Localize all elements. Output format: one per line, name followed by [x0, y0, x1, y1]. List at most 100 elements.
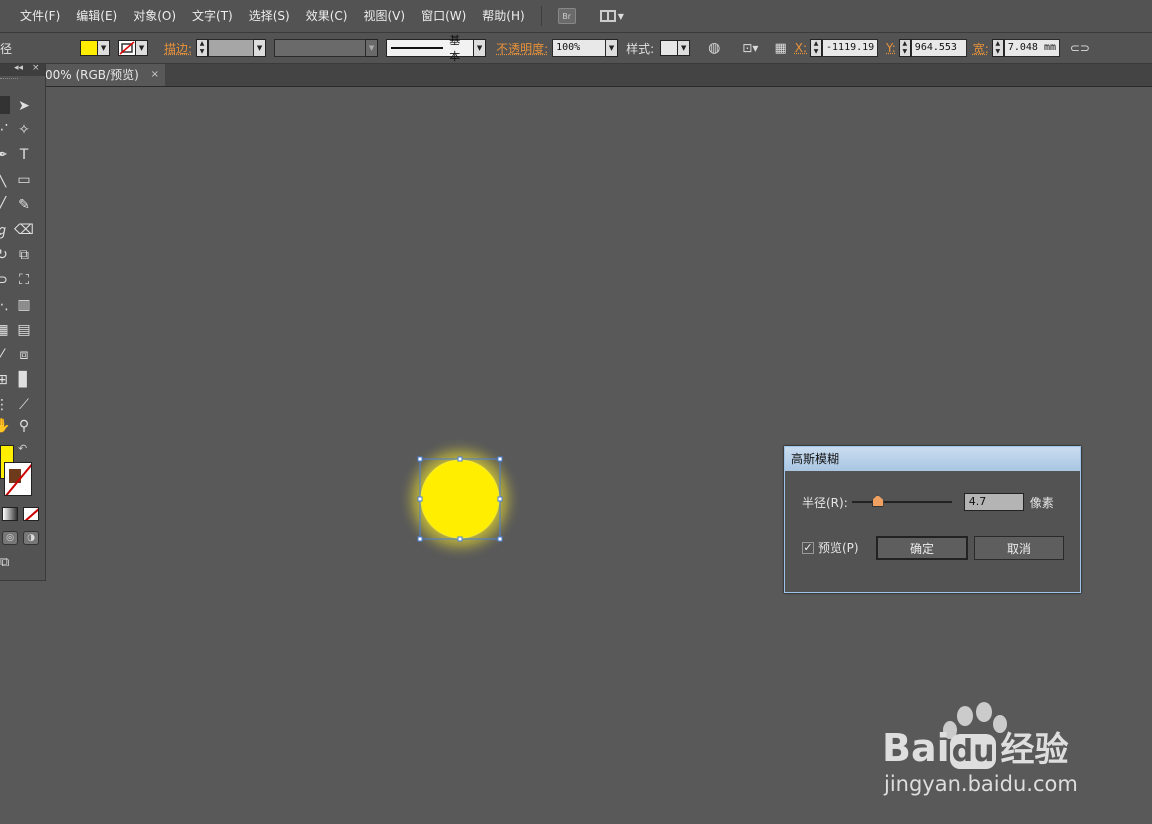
control-label-path: 径	[0, 41, 13, 56]
free-transform-icon[interactable]: ⛶	[14, 270, 34, 290]
x-stepper[interactable]: ▲ ▼	[810, 39, 823, 57]
screen-mode-icon[interactable]: ⧉	[0, 555, 18, 570]
swap-colors-icon[interactable]: ↶	[18, 442, 27, 455]
stroke-weight-dropdown[interactable]: ▼	[254, 39, 267, 57]
cancel-button[interactable]: 取消	[974, 536, 1064, 560]
menu-select[interactable]: 选择(S)	[241, 0, 298, 32]
menu-effect[interactable]: 效果(C)	[298, 0, 356, 32]
mesh-tool-icon[interactable]: ▦	[0, 320, 12, 340]
menu-edit[interactable]: 编辑(E)	[68, 0, 125, 32]
layout-icon	[599, 10, 616, 22]
fill-dropdown[interactable]: ▼	[98, 40, 111, 56]
selection-tool-active[interactable]	[0, 96, 10, 114]
rectangle-tool-icon[interactable]: ▭	[14, 170, 34, 190]
eraser-tool-icon[interactable]: ⌫	[14, 220, 34, 240]
brush-definition[interactable]: 基本	[386, 34, 475, 63]
close-icon[interactable]: ×	[32, 63, 40, 73]
brush-definition-dropdown[interactable]: ▼	[474, 39, 487, 57]
magic-wand-icon[interactable]: ⋰	[0, 120, 12, 140]
tab-document[interactable]: 00% (RGB/预览) ×	[45, 64, 165, 86]
collapse-icon[interactable]: ◂◂	[14, 63, 23, 73]
workspace-switcher[interactable]: ▼	[599, 10, 624, 22]
menu-object[interactable]: 对象(O)	[125, 0, 184, 32]
lasso-icon[interactable]: ✧	[14, 120, 34, 140]
line-tool-icon[interactable]: ╲	[0, 170, 12, 190]
scale-tool-icon[interactable]: ⧉	[14, 245, 34, 265]
fill-swatch[interactable]	[80, 40, 99, 56]
close-icon[interactable]: ×	[151, 64, 159, 86]
dialog-title: 高斯模糊	[785, 447, 1080, 471]
perspective-grid-icon[interactable]: ▥	[14, 295, 34, 315]
opacity-label[interactable]: 不透明度:	[496, 40, 548, 57]
circle-fill	[420, 459, 500, 539]
column-graph-icon[interactable]: ▊	[14, 370, 34, 390]
rotate-tool-icon[interactable]: ↻	[0, 245, 12, 265]
radius-input[interactable]: 4.7	[963, 493, 1024, 511]
stroke-weight-stepper[interactable]: ▲ ▼	[196, 39, 209, 57]
none-mode-icon[interactable]	[23, 507, 39, 521]
type-tool-icon[interactable]: T	[14, 145, 34, 165]
chevron-down-icon: ▼	[617, 11, 624, 21]
draw-normal-icon[interactable]: ◎	[2, 531, 18, 545]
stroke-color-swatch[interactable]	[4, 462, 32, 496]
stroke-swatch[interactable]	[118, 40, 137, 56]
slice-tool-icon[interactable]: ⟋	[14, 395, 34, 415]
width-tool-icon[interactable]: ⊃	[0, 270, 12, 290]
width-stepper[interactable]: ▲ ▼	[991, 39, 1004, 57]
variable-width-profile[interactable]	[274, 39, 367, 57]
draw-behind-icon[interactable]: ◑	[23, 531, 39, 545]
paintbrush-icon[interactable]: ╱	[0, 195, 12, 215]
radius-slider[interactable]	[851, 495, 952, 507]
pen-tool-icon[interactable]: ✒	[0, 145, 12, 165]
width-label[interactable]: 宽:	[973, 40, 989, 57]
x-label[interactable]: X:	[795, 41, 807, 55]
stroke-dropdown[interactable]: ▼	[136, 40, 149, 56]
recolor-artwork-icon[interactable]: ◍	[708, 40, 720, 56]
graphic-style-dropdown[interactable]: ▼	[678, 40, 691, 56]
radius-slider-thumb[interactable]	[871, 495, 884, 507]
blob-brush-icon[interactable]: ℊ	[0, 220, 12, 240]
preview-checkbox[interactable]: ✓	[802, 541, 814, 554]
brand-bai: Bai	[882, 726, 950, 770]
brand-du: du	[949, 734, 997, 769]
stroke-label[interactable]: 描边:	[164, 40, 192, 57]
y-input[interactable]: 964.553	[910, 39, 967, 57]
graphic-style-swatch[interactable]	[660, 40, 679, 56]
radius-unit: 像素	[1029, 495, 1054, 510]
y-stepper[interactable]: ▲ ▼	[898, 39, 911, 57]
x-input[interactable]: -1119.19	[822, 39, 879, 57]
gradient-mode-icon[interactable]	[2, 507, 18, 521]
bridge-icon[interactable]: Br	[557, 8, 576, 24]
shape-builder-icon[interactable]: ⋱	[0, 295, 12, 315]
y-label[interactable]: Y:	[886, 41, 896, 55]
blend-tool-icon[interactable]: ⧈	[14, 345, 34, 365]
zoom-tool-icon[interactable]: ⚲	[14, 416, 34, 436]
eyedropper-icon[interactable]: ⁄	[0, 345, 12, 365]
menu-window[interactable]: 窗口(W)	[413, 0, 474, 32]
reference-point-icon[interactable]: ▦	[774, 41, 786, 56]
align-to-icon[interactable]: ⊡▾	[742, 41, 758, 55]
opacity-input[interactable]: 100%	[552, 39, 607, 57]
preview-row[interactable]: ✓ 预览(P)	[802, 539, 859, 556]
artboard-tool-icon[interactable]: ⋮	[0, 395, 12, 415]
direct-selection-icon[interactable]: ➤	[14, 96, 34, 116]
variable-width-dropdown[interactable]: ▼	[366, 39, 379, 57]
gradient-tool-icon[interactable]: ▤	[14, 320, 34, 340]
ok-button[interactable]: 确定	[876, 536, 968, 560]
tools-panel: ◂◂ × ➤ ✧ ⋰ T ✒ ▭ ╲ ✎ ╱ ⌫ ℊ ⧉ ↻ ⛶ ⊃ ▥ ⋱ ▤…	[0, 63, 46, 581]
symbol-sprayer-icon[interactable]: ⊞	[0, 370, 12, 390]
menu-help[interactable]: 帮助(H)	[474, 0, 532, 32]
menu-file[interactable]: 文件(F)	[12, 0, 68, 32]
menu-type[interactable]: 文字(T)	[184, 0, 241, 32]
hand-tool-icon[interactable]: ✋	[0, 416, 12, 436]
blurred-circle-object[interactable]	[395, 436, 525, 566]
link-proportions-icon[interactable]: ⊂⊃	[1070, 41, 1090, 55]
brand-text: Baidu 经验	[882, 722, 1068, 771]
pencil-tool-icon[interactable]: ✎	[14, 195, 34, 215]
preview-label[interactable]: 预览(P)	[818, 539, 859, 556]
opacity-dropdown[interactable]: ▼	[606, 39, 619, 57]
stroke-weight-input[interactable]	[208, 39, 255, 57]
width-input[interactable]: 7.048 mm	[1003, 39, 1060, 57]
panel-grip[interactable]	[0, 78, 18, 85]
menu-view[interactable]: 视图(V)	[355, 0, 413, 32]
